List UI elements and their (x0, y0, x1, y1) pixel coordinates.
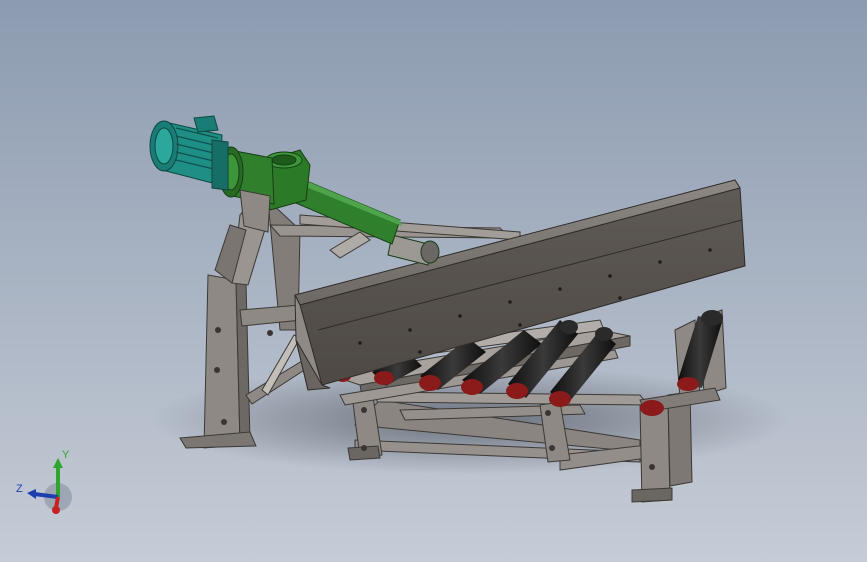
y-axis-label: Y (62, 449, 70, 461)
electric-motor[interactable] (149, 115, 229, 191)
z-axis-label: Z (16, 483, 23, 495)
x-axis-tip (52, 506, 60, 514)
graphics-viewport[interactable]: Y Z (0, 0, 867, 562)
motor-mount-bracket (239, 189, 271, 233)
roller-end-cap (640, 400, 664, 416)
z-axis-arrow (27, 489, 36, 499)
view-orientation-triad[interactable]: Y Z (10, 440, 80, 520)
conveyor-assembly-model[interactable] (0, 0, 867, 562)
